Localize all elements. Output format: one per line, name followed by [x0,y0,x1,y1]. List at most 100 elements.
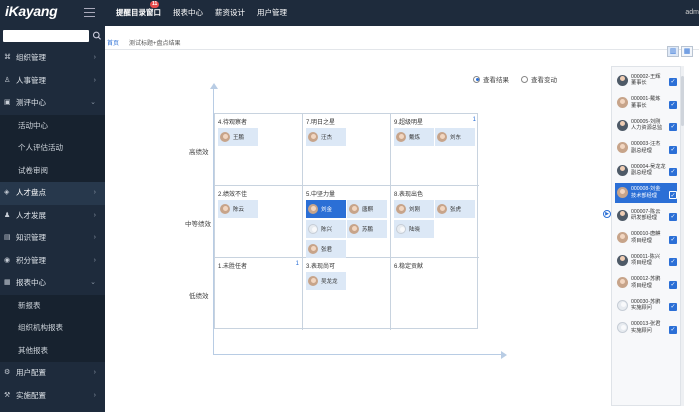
panel-employee-text: 000002-王辉 董事长 [631,74,660,87]
sidebar-item-2[interactable]: ▣ 测评中心 ⌄ [0,92,105,115]
employee-chip[interactable]: 苏鹏 [347,220,387,238]
sidebar-search-input[interactable] [3,30,89,42]
employee-chip[interactable]: 吴龙龙 [306,272,346,290]
employee-chip[interactable]: 刘金 [306,200,346,218]
current-user[interactable]: adm [685,0,699,26]
panel-employee-card[interactable]: 000002-王辉 董事长 ✓ [615,70,677,90]
avatar [437,132,447,142]
panel-employee-card[interactable]: 000030-苏鹏 实施顾问 ✓ [615,295,677,315]
employee-name: 汪杰 [321,135,333,141]
sidebar-item-14[interactable]: ⚙ 用户配置 › [0,362,105,385]
sidebar-item-label: 组织机构报表 [18,323,63,332]
grid-cell-4[interactable]: 2.绩效不佳 陈云 [215,186,303,258]
sidebar-item-13[interactable]: 其他报表 [0,339,105,362]
employee-chip[interactable]: 汪杰 [306,128,346,146]
chevron-down-icon: ⌄ [90,99,96,106]
table-view-icon[interactable]: ▦ [681,46,693,57]
employee-chip[interactable]: 陈兴 [306,220,346,238]
checkbox-checked-icon[interactable]: ✓ [669,78,677,86]
view-switch: ▥ ▦ [667,46,693,57]
sidebar-item-3[interactable]: 活动中心 [0,114,105,137]
employee-name: 苏鹏 [362,227,374,233]
panel-employee-card[interactable]: 000007-陈云 研发部经理 ✓ [615,205,677,225]
employee-role: 人力资源总监 [631,125,663,131]
app-logo[interactable]: iKayang [5,3,58,19]
checkbox-checked-icon[interactable]: ✓ [669,100,677,109]
sidebar-item-12[interactable]: 组织机构报表 [0,317,105,340]
checkbox-checked-icon[interactable]: ✓ [669,123,677,131]
panel-employee-card[interactable]: 000008-刘金 技术部经理 ✓ [615,182,677,203]
grid-cell-1[interactable]: 4.待观察者 王鹏 [215,114,303,186]
avatar [617,299,628,311]
grid-cell-5[interactable]: 5.中坚力量 刘金 唐麒 陈兴 苏鹏 张君 [303,186,391,258]
sidebar-item-9[interactable]: ◉ 积分管理 › [0,250,105,273]
develop-icon: ♟ [4,211,11,219]
grid-cell-9[interactable]: 6.稳定贡献 [391,258,479,330]
radio-change-dot[interactable] [521,75,528,83]
menu-toggle-icon[interactable] [84,8,95,17]
grid-cell-7[interactable]: 1.未胜任者 1 [215,258,303,330]
panel-employee-card[interactable]: 000012-苏鹏 项目经理 ✓ [615,273,677,293]
employee-chip[interactable]: 张君 [306,240,346,258]
sidebar-item-7[interactable]: ♟ 人才发展 › [0,205,105,228]
checkbox-checked-icon[interactable]: ✓ [669,258,677,266]
panel-employee-card[interactable]: 000003-汪杰 副总经理 ✓ [615,138,677,158]
employee-chip[interactable]: 张虎 [435,200,475,218]
panel-employee-card[interactable]: 000010-唐麒 项目经理 ✓ [615,228,677,248]
grid-cell-6[interactable]: 8.表现出色 刘刚 张虎 陆晓 [391,186,479,258]
employee-name: 刘东 [450,135,462,141]
sidebar-item-11[interactable]: 新报表 [0,294,105,317]
sidebar-item-15[interactable]: ⚒ 实施配置 › [0,385,105,408]
panel-employee-card[interactable]: 000005-刘刚 人力资源总监 ✓ [615,115,677,135]
sidebar-item-1[interactable]: ♙ 人事管理 › [0,70,105,93]
grid-cell-3[interactable]: 9.超级明星 1 戴炼 刘东 [391,114,479,186]
topnav-salary[interactable]: 薪资设计 [209,0,251,26]
grid-cell-8[interactable]: 3.表现尚可 吴龙龙 [303,258,391,330]
sidebar-item-4[interactable]: 个人评估活动 [0,137,105,160]
panel-scrollbar[interactable] [681,66,684,406]
search-icon[interactable] [92,30,102,42]
impl-config-icon: ⚒ [4,391,11,399]
panel-employee-text: 000005-刘刚 人力资源总监 [631,119,662,132]
topnav-reports[interactable]: 报表中心 [167,0,209,26]
radio-result-dot[interactable] [473,75,480,83]
panel-employee-card[interactable]: 000004-吴龙龙 副总经理 ✓ [615,160,677,180]
breadcrumb-home[interactable]: 首页 [107,38,119,47]
sidebar-item-10[interactable]: ▦ 报表中心 ⌄ [0,272,105,295]
employee-chip[interactable]: 刘刚 [394,200,434,218]
checkbox-checked-icon[interactable]: ✓ [669,280,677,289]
grid-cell-2[interactable]: 7.明日之星 汪杰 [303,114,391,186]
panel-employee-card[interactable]: 000013-张君 实施顾问 ✓ [615,318,677,338]
sidebar-item-0[interactable]: ⌘ 组织管理 › [0,47,105,70]
chevron-right-icon: › [93,54,96,61]
panel-pointer-icon: ▶ [603,210,611,218]
sidebar-item-5[interactable]: 试卷审阅 [0,159,105,182]
checkbox-checked-icon[interactable]: ✓ [669,303,677,311]
checkbox-checked-icon[interactable]: ✓ [669,190,677,199]
chart-view-icon[interactable]: ▥ [667,46,679,57]
employee-chip[interactable]: 陈云 [218,200,258,218]
employee-chip[interactable]: 戴炼 [394,128,434,146]
sidebar-item-8[interactable]: ▤ 知识管理 › [0,227,105,250]
employee-chip[interactable]: 王鹏 [218,128,258,146]
employee-chip[interactable]: 陆晓 [394,220,434,238]
checkbox-checked-icon[interactable]: ✓ [669,235,677,244]
checkbox-checked-icon[interactable]: ✓ [669,145,677,154]
radio-view-result[interactable]: 查看结果 [473,74,509,84]
radio-view-change[interactable]: 查看变动 [521,74,557,84]
checkbox-checked-icon[interactable]: ✓ [669,213,677,221]
sidebar-item-6[interactable]: ◈ 人才盘点 › [0,182,105,205]
sidebar-item-label: 人才盘点 [16,188,46,197]
employee-chip[interactable]: 刘东 [435,128,475,146]
checkbox-checked-icon[interactable]: ✓ [669,168,677,176]
avatar [617,209,628,221]
scroll-thumb[interactable] [681,76,684,126]
panel-employee-card[interactable]: 000001-戴炼 董事长 ✓ [615,93,677,113]
topnav-reminder[interactable]: 提醒目录窗口 11 [110,0,167,26]
panel-employee-card[interactable]: 000011-陈兴 项目经理 ✓ [615,250,677,270]
checkbox-checked-icon[interactable]: ✓ [669,325,677,334]
employee-name: 陈兴 [321,227,333,233]
chevron-right-icon: › [93,211,96,219]
topnav-users[interactable]: 用户管理 [251,0,293,26]
employee-chip[interactable]: 唐麒 [347,200,387,218]
